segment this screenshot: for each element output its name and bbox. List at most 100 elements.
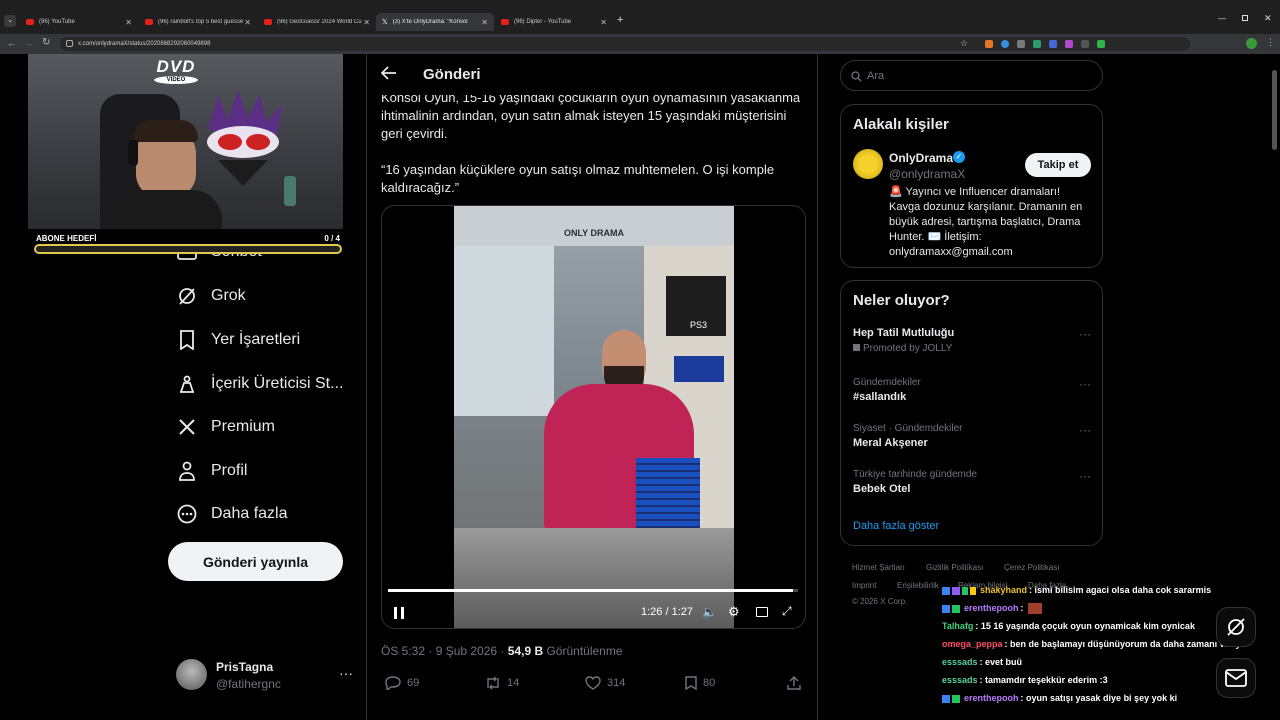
avatar[interactable] bbox=[853, 149, 883, 179]
more-dots-icon[interactable]: ··· bbox=[339, 665, 353, 681]
post-column: Gönderi Konsol Oyun, 15-16 yaşındaki çoc… bbox=[366, 54, 818, 720]
footer-link[interactable]: Erişilebilirlik bbox=[897, 581, 939, 590]
more-dots-icon[interactable]: ··· bbox=[1079, 469, 1091, 483]
back-arrow-icon[interactable] bbox=[380, 66, 397, 85]
nav-item-creator-studio[interactable]: İçerik Üreticisi St... bbox=[176, 369, 343, 399]
chat-user: shakyhand bbox=[980, 585, 1028, 595]
shop-sign: ONLY DRAMA bbox=[564, 228, 625, 238]
forward-icon[interactable]: → bbox=[24, 38, 33, 48]
nav-item-premium[interactable]: Premium bbox=[176, 412, 275, 442]
related-bio: 🚨 Yayıncı ve Influencer dramaları! Kavga… bbox=[889, 185, 1099, 260]
page-scrollbar[interactable] bbox=[1272, 70, 1277, 150]
tab-search-button[interactable]: ⌄ bbox=[4, 15, 16, 27]
volume-icon[interactable]: 🔈 bbox=[702, 605, 717, 619]
chat-user: esssads bbox=[942, 675, 978, 685]
chat-user: esssads bbox=[942, 657, 978, 667]
nav-label: İçerik Üreticisi St... bbox=[211, 375, 344, 392]
footer-link[interactable]: Hizmet Şartları bbox=[852, 563, 905, 572]
chat-user: erenthepooh bbox=[964, 693, 1019, 703]
repost-button[interactable]: 14 bbox=[485, 676, 519, 690]
trend-item[interactable]: Hep Tatil Mutluluğu Promoted by JOLLY ··… bbox=[853, 327, 1093, 354]
video-progress-track[interactable] bbox=[388, 589, 798, 592]
browser-tab-active[interactable]: 𝕏 (3) X'te OnlyDrama: "Konsol ✕ bbox=[376, 13, 494, 31]
trend-item[interactable]: Gündemdekiler #sallandık ··· bbox=[853, 377, 1093, 403]
account-switcher[interactable]: PrisTagna @fatihergnc ··· bbox=[176, 656, 356, 694]
close-tab-icon[interactable]: ✕ bbox=[244, 18, 251, 27]
minimize-button[interactable]: — bbox=[1218, 14, 1226, 23]
repost-count: 14 bbox=[507, 677, 520, 689]
related-people-card: Alakalı kişiler OnlyDrama ✓ @onlydramaX … bbox=[840, 104, 1103, 268]
tab-title: (96) Dipter - YouTube bbox=[514, 19, 572, 25]
browser-tab[interactable]: (96) YouTube ✕ bbox=[20, 13, 138, 31]
nav-item-more[interactable]: Daha fazla bbox=[176, 499, 288, 529]
related-name[interactable]: OnlyDrama bbox=[889, 151, 953, 165]
trend-context: Türkiye tarihinde gündemde bbox=[853, 469, 977, 480]
nav-item-bookmarks[interactable]: Yer İşaretleri bbox=[176, 325, 300, 355]
grok-fab-button[interactable] bbox=[1216, 607, 1256, 647]
bookmark-button[interactable]: 80 bbox=[685, 676, 715, 690]
close-tab-icon[interactable]: ✕ bbox=[600, 18, 607, 27]
more-dots-icon[interactable]: ··· bbox=[1079, 377, 1091, 391]
views-count: 54,9 B bbox=[507, 644, 544, 658]
more-dots-icon[interactable]: ··· bbox=[1079, 423, 1091, 437]
maximize-button[interactable] bbox=[1242, 15, 1248, 21]
reload-icon[interactable]: ↻ bbox=[42, 37, 50, 48]
chat-message: omega_peppa: ben de başlamayı düşünüyoru… bbox=[942, 639, 1246, 649]
mascot-figure bbox=[198, 90, 288, 190]
nav-item-grok[interactable]: Grok bbox=[176, 281, 246, 311]
settings-icon[interactable]: ⚙ bbox=[728, 604, 740, 620]
avatar bbox=[176, 659, 207, 690]
bookmark-star-icon[interactable]: ☆ bbox=[960, 38, 968, 49]
share-icon bbox=[787, 676, 801, 690]
bio-line: büyük adresi, tartışma başlatıcı, Drama bbox=[889, 216, 1081, 228]
tab-title: (96) rainbolt's top 5 best guesse bbox=[158, 19, 244, 25]
post-actions: 69 14 314 80 bbox=[367, 676, 817, 698]
chat-message: shakyhand: ismi bilisim agaci olsa daha … bbox=[942, 585, 1211, 595]
close-window-button[interactable]: ✕ bbox=[1264, 13, 1272, 24]
game-stack bbox=[636, 458, 700, 534]
share-button[interactable] bbox=[787, 676, 807, 690]
footer-link[interactable]: Çerez Politikası bbox=[1004, 563, 1060, 572]
post-timestamp[interactable]: ÖS 5:32 · 9 Şub 2026 · bbox=[381, 644, 504, 658]
footer-link[interactable]: Imprint bbox=[852, 581, 876, 590]
browser-tab[interactable]: (96) GeoGuessr 2024 World Cu ✕ bbox=[258, 13, 376, 31]
webcam-overlay: DVD VIDEO bbox=[28, 54, 343, 229]
show-more-link[interactable]: Daha fazla göster bbox=[853, 520, 939, 532]
trend-item[interactable]: Siyaset · Gündemdekiler Meral Akşener ··… bbox=[853, 423, 1093, 449]
trend-item[interactable]: Türkiye tarihinde gündemde Bebek Otel ··… bbox=[853, 469, 1093, 495]
url-text: x.com/onlydramaX/status/2020868292060049… bbox=[78, 41, 211, 47]
reply-icon bbox=[385, 676, 401, 690]
chat-badges-icon bbox=[942, 604, 960, 613]
related-handle: @onlydramaX bbox=[889, 167, 966, 181]
follow-button[interactable]: Takip et bbox=[1025, 153, 1091, 177]
more-dots-icon[interactable]: ··· bbox=[1079, 327, 1091, 341]
reply-count: 69 bbox=[407, 677, 420, 689]
like-button[interactable]: 314 bbox=[585, 676, 625, 690]
messages-fab-button[interactable] bbox=[1216, 658, 1256, 698]
new-tab-button[interactable]: + bbox=[617, 14, 623, 26]
close-tab-icon[interactable]: ✕ bbox=[125, 18, 132, 27]
views-label: Görüntülenme bbox=[546, 644, 623, 658]
browser-tab[interactable]: (96) Dipter - YouTube ✕ bbox=[495, 13, 613, 31]
youtube-icon bbox=[26, 19, 34, 25]
search-input[interactable]: Ara bbox=[840, 60, 1103, 91]
profile-avatar[interactable] bbox=[1246, 38, 1257, 49]
browser-menu-icon[interactable]: ⋮ bbox=[1266, 37, 1275, 48]
ad-icon bbox=[853, 344, 860, 351]
chat-text: : ben de başlamayı düşünüyorum da daha z… bbox=[1004, 639, 1246, 649]
browser-tab[interactable]: (96) rainbolt's top 5 best guesse ✕ bbox=[139, 13, 257, 31]
pause-icon[interactable] bbox=[394, 606, 404, 624]
search-icon bbox=[851, 69, 862, 87]
pip-icon[interactable] bbox=[756, 607, 768, 617]
close-tab-icon[interactable]: ✕ bbox=[481, 18, 488, 27]
reply-button[interactable]: 69 bbox=[385, 676, 419, 690]
site-info-icon[interactable] bbox=[66, 40, 73, 47]
fullscreen-icon[interactable]: ⤢ bbox=[782, 604, 792, 619]
extension-icons[interactable] bbox=[985, 40, 1145, 48]
post-button[interactable]: Gönderi yayınla bbox=[168, 542, 343, 581]
close-tab-icon[interactable]: ✕ bbox=[363, 18, 370, 27]
footer-link[interactable]: Gizlilik Politikası bbox=[926, 563, 983, 572]
back-icon[interactable]: ← bbox=[7, 38, 16, 48]
nav-item-profile[interactable]: Profil bbox=[176, 456, 247, 486]
video-player[interactable]: ONLY DRAMA PS3 1:26 / 1:27 🔈 ⚙ ⤢ bbox=[381, 205, 806, 629]
